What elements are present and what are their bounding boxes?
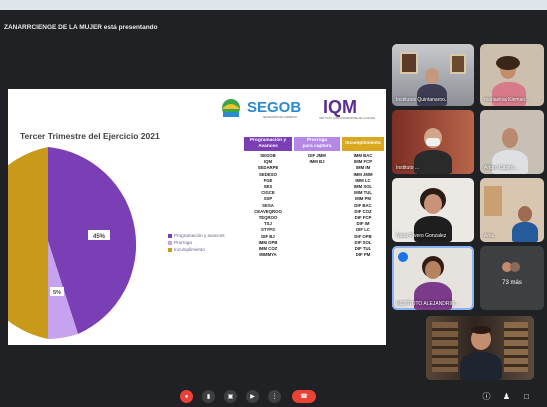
participant-name: Instituto ... [396, 165, 420, 171]
legend-label: Prorroga [174, 240, 192, 245]
mic-off-button[interactable]: ● [180, 390, 193, 403]
pie-chart: 45% 5% [8, 147, 137, 339]
captions-icon: ▣ [227, 394, 234, 400]
more-vert-icon: ⋮ [271, 394, 278, 400]
participant-tile[interactable]: mariaelisa Kleman... [480, 44, 544, 106]
leave-call-button[interactable]: ☎ [292, 390, 316, 403]
participant-name: mariaelisa Kleman... [484, 97, 530, 103]
camera-icon: ▮ [206, 394, 211, 400]
participant-name: INSTITUTO ALEJANDRIN... [396, 301, 459, 307]
table-col-incumplimiento: Incumplimiento IMM BAC IMM FCP IMM IM IMM J… [342, 137, 384, 258]
legend-swatch [168, 240, 172, 245]
pie-slice-incumplimiento [8, 147, 48, 339]
more-participants-label: 73 más [502, 280, 522, 286]
table-header: Prorroga para captura [294, 137, 340, 151]
pie-label-5: 5% [53, 290, 61, 296]
segob-wordmark: SEGOB [247, 99, 302, 116]
people-button[interactable]: ♟ [500, 390, 513, 403]
legend-item: Programación y avances [168, 232, 225, 239]
participant-name: Arturo Castro... [484, 165, 518, 171]
self-view-tile[interactable] [426, 316, 534, 380]
chat-icon: □ [524, 392, 529, 401]
participant-name: Nuria Rivero Gonzalez [396, 233, 447, 239]
pie-label-45: 45% [93, 234, 106, 240]
legend-label: Incumplimiento [174, 247, 205, 252]
segob-subtitle: SECRETARÍA DE GOBIERNO [263, 116, 297, 119]
table-cells: SEGOB IQM SEDARPE SEDESO FGE SES CIGCE SSP SESA C… [244, 151, 292, 258]
presenter-banner: ZANARRCIENGE DE LA MUJER está presentand… [4, 24, 158, 31]
hangup-icon: ☎ [300, 394, 308, 400]
info-icon: ⓘ [482, 392, 491, 401]
more-participants-tile[interactable]: 73 más [480, 246, 544, 310]
more-options-button[interactable]: ⋮ [268, 390, 281, 403]
table-cell: IMM BJ [309, 159, 325, 165]
participant-tile[interactable]: Arturo Castro... [480, 110, 544, 174]
participant-tile[interactable]: INSTITUTO ALEJANDRIN... [392, 246, 474, 310]
participant-tile[interactable]: Institutos Quintanaroo... [392, 44, 474, 106]
legend-item: Incumplimiento [168, 246, 225, 253]
legend-swatch [168, 247, 172, 252]
shared-slide: SEGOB SECRETARÍA DE GOBIERNO IQM INSTITU… [8, 89, 386, 345]
table-cells: DIF JMM IMM BJ [294, 151, 340, 165]
present-button[interactable]: ▶ [246, 390, 259, 403]
captions-button[interactable]: ▣ [224, 390, 237, 403]
table-header: Programación y Avances [244, 137, 292, 151]
iqm-subtitle: INSTITUTO QUINTANARROENSE DE LA MUJER [319, 117, 376, 120]
meet-window: ZANARRCIENGE DE LA MUJER está presentand… [0, 10, 547, 407]
legend-swatch [168, 233, 172, 238]
participant-tile[interactable]: Ana... [480, 178, 544, 242]
participant-tile[interactable]: Nuria Rivero Gonzalez [392, 178, 474, 242]
chat-button[interactable]: □ [520, 390, 533, 403]
table-col-programacion: Programación y Avances SEGOB IQM SEDARPE SED… [244, 137, 292, 258]
chart-legend: Programación y avances Prorroga Incumpli… [168, 232, 225, 253]
slide-logo-area: SEGOB SECRETARÍA DE GOBIERNO IQM INSTITU… [211, 95, 381, 125]
table-cells: IMM BAC IMM FCP IMM IM IMM JMM IMM LC IMM SOL… [342, 151, 384, 258]
legend-item: Prorroga [168, 239, 225, 246]
table-cell: IMMMYA [259, 252, 277, 258]
participant-tile[interactable]: Instituto ... [392, 110, 474, 174]
table-cell: DIF PM [355, 252, 371, 258]
camera-button[interactable]: ▮ [202, 390, 215, 403]
participant-name: Ana... [484, 233, 498, 239]
present-icon: ▶ [250, 394, 255, 400]
iqm-wordmark: IQM [323, 97, 357, 117]
info-button[interactable]: ⓘ [480, 390, 493, 403]
top-strip [0, 0, 547, 10]
people-icon: ♟ [502, 392, 511, 401]
mic-off-icon: ● [184, 393, 189, 400]
table-header: Incumplimiento [342, 137, 384, 151]
participant-name: Institutos Quintanaroo... [396, 97, 450, 103]
legend-label: Programación y avances [174, 233, 225, 238]
table-col-prorroga: Prorroga para captura DIF JMM IMM BJ [294, 137, 340, 165]
